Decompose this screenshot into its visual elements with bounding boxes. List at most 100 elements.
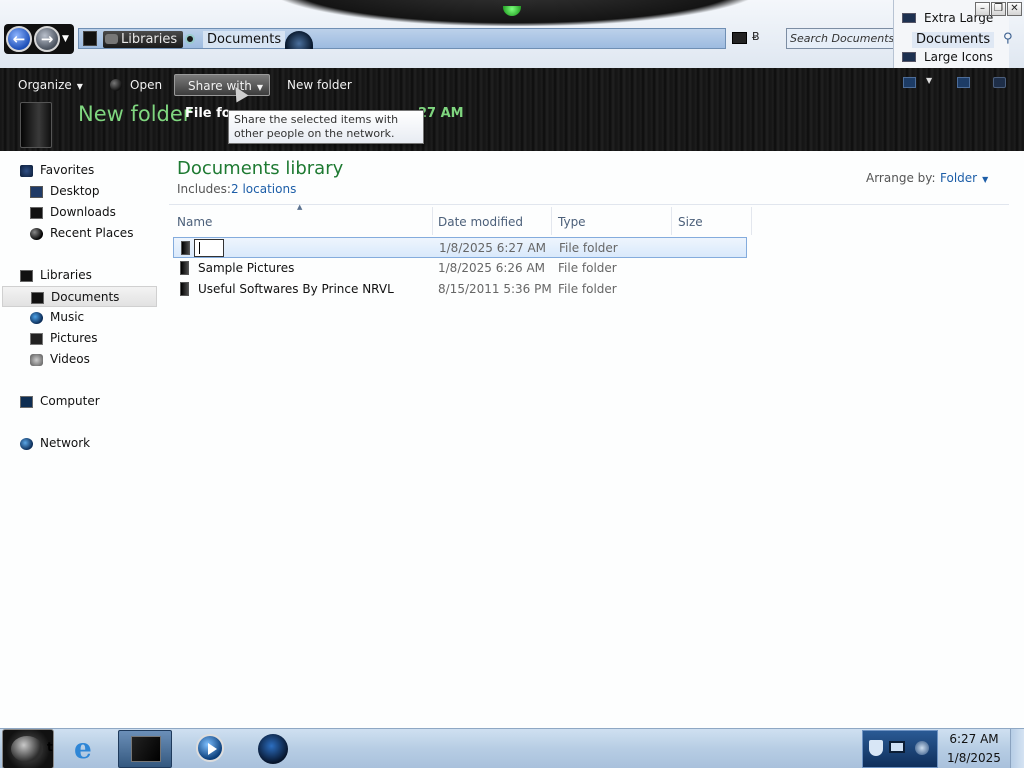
- share-with-tooltip: Share the selected items with other peop…: [228, 110, 424, 144]
- search-box[interactable]: Search Documents: [786, 28, 908, 49]
- minimize-button[interactable]: –: [975, 2, 990, 16]
- rename-input[interactable]: [194, 239, 224, 257]
- music-icon: [30, 312, 43, 324]
- taskbar-windows-explorer[interactable]: [118, 730, 172, 768]
- nav-pictures-label: Pictures: [50, 331, 98, 345]
- help-icon[interactable]: [993, 77, 1006, 88]
- open-icon: [110, 79, 122, 91]
- breadcrumb-documents[interactable]: Documents: [203, 31, 286, 48]
- change-view-icon[interactable]: [903, 77, 916, 88]
- file-list-pane: Documents library Includes: 2 locations …: [163, 151, 1024, 728]
- text-caret: [199, 242, 200, 254]
- back-arrow-icon: ←: [12, 30, 26, 48]
- chevron-down-icon: ▼: [256, 83, 264, 92]
- search-placeholder: Search Documents: [790, 32, 895, 45]
- column-header-size[interactable]: Size: [678, 211, 703, 233]
- library-folder-icon: [83, 31, 97, 46]
- folder-icon: [181, 241, 190, 255]
- file-type: File folder: [559, 241, 618, 255]
- share-with-button[interactable]: Share with ▼: [174, 74, 270, 96]
- column-header-type[interactable]: Type: [558, 211, 586, 233]
- network-tray-icon[interactable]: [915, 741, 929, 755]
- breadcrumb-libraries-label: Libraries: [121, 32, 178, 47]
- desktop-icon: [30, 186, 43, 198]
- maximize-button[interactable]: ❐: [991, 2, 1006, 16]
- shield-icon[interactable]: [869, 740, 883, 756]
- computer-icon: [20, 396, 33, 408]
- column-divider[interactable]: [551, 207, 552, 235]
- forward-button[interactable]: →: [34, 26, 60, 52]
- breadcrumb-separator-icon[interactable]: [185, 34, 195, 44]
- search-icon[interactable]: ⚲: [1003, 31, 1013, 46]
- nav-libraries-label: Libraries: [40, 268, 92, 282]
- close-button[interactable]: ✕: [1007, 2, 1022, 16]
- back-button[interactable]: ←: [6, 26, 32, 52]
- nav-desktop-label: Desktop: [50, 184, 100, 198]
- start-button[interactable]: t: [2, 729, 54, 768]
- network-icon: [20, 438, 33, 450]
- nav-documents-label: Documents: [51, 290, 120, 304]
- recent-places-icon: [30, 228, 43, 240]
- title-bar: ← → ▼ Libraries Documents Ƀ Search Docum…: [0, 0, 1024, 68]
- file-row[interactable]: Useful Softwares By Prince NRVL 8/15/201…: [173, 279, 747, 300]
- new-folder-button[interactable]: New folder: [287, 74, 352, 96]
- start-orb-icon: [11, 736, 43, 762]
- library-includes-label: Includes:: [177, 182, 231, 196]
- column-divider[interactable]: [432, 207, 433, 235]
- mail-icon[interactable]: [732, 32, 747, 44]
- breadcrumb-libraries[interactable]: Libraries: [103, 31, 184, 48]
- display-icon[interactable]: [889, 741, 905, 753]
- extra-large-icons-icon: [902, 13, 916, 23]
- column-header-name[interactable]: Name: [177, 211, 212, 233]
- nav-downloads-label: Downloads: [50, 205, 116, 219]
- show-desktop-button[interactable]: [1010, 729, 1024, 768]
- file-type: File folder: [558, 282, 617, 296]
- arrange-by-dropdown[interactable]: Folder ▼: [940, 171, 988, 185]
- file-name: Useful Softwares By Prince NRVL: [198, 282, 394, 296]
- file-row-selected[interactable]: 1/8/2025 6:27 AM File folder: [173, 237, 747, 258]
- refresh-icon[interactable]: Ƀ: [752, 30, 760, 43]
- divider: [169, 204, 1009, 205]
- folder-icon: [180, 261, 189, 275]
- start-label-fragment: t: [47, 740, 53, 754]
- chevron-down-icon[interactable]: ▼: [926, 76, 932, 85]
- camera-icon: [105, 34, 118, 44]
- navigation-pane: Favorites Desktop Downloads Recent Place…: [0, 151, 163, 728]
- column-divider[interactable]: [671, 207, 672, 235]
- details-type-label: File fo: [185, 106, 231, 121]
- library-title: Documents library: [177, 158, 344, 179]
- open-button[interactable]: Open: [110, 74, 162, 96]
- pictures-icon: [30, 333, 43, 345]
- selected-folder-icon: [20, 102, 52, 148]
- organize-button[interactable]: Organize ▼: [18, 74, 83, 96]
- taskbar-media-player[interactable]: [184, 730, 238, 768]
- file-type: File folder: [558, 261, 617, 275]
- favorites-icon: [20, 165, 33, 177]
- file-date: 1/8/2025 6:26 AM: [438, 261, 546, 275]
- details-title: New folder: [78, 102, 192, 126]
- file-row[interactable]: Sample Pictures 1/8/2025 6:26 AM File fo…: [173, 258, 747, 279]
- nav-favorites-label: Favorites: [40, 163, 95, 177]
- view-option-large-icons[interactable]: Large Icons: [902, 49, 993, 65]
- preview-pane-icon[interactable]: [957, 77, 970, 88]
- chevron-down-icon: ▼: [76, 82, 83, 91]
- taskbar-globe-app[interactable]: [246, 730, 300, 768]
- file-date: 8/15/2011 5:36 PM: [438, 282, 552, 296]
- details-date-label: 27 AM: [418, 106, 464, 121]
- organize-label: Organize: [18, 78, 72, 92]
- globe-icon: [258, 734, 288, 764]
- arrange-by-label: Arrange by:: [866, 171, 936, 185]
- clock-time[interactable]: 6:27 AM: [948, 732, 1000, 746]
- clock-date[interactable]: 1/8/2025: [945, 751, 1003, 765]
- media-player-icon: [196, 734, 224, 762]
- recent-pages-dropdown[interactable]: ▼: [62, 34, 69, 44]
- column-divider[interactable]: [751, 207, 752, 235]
- address-bar[interactable]: Libraries Documents: [78, 28, 726, 49]
- nav-documents[interactable]: Documents: [2, 286, 157, 307]
- column-header-date-modified[interactable]: Date modified: [438, 211, 523, 233]
- chevron-down-icon: ▼: [982, 175, 989, 184]
- arrange-by-value: Folder: [940, 171, 978, 185]
- taskbar-internet-explorer[interactable]: e: [62, 730, 116, 768]
- library-locations-link[interactable]: 2 locations: [231, 182, 296, 196]
- nav-computer-label: Computer: [40, 394, 100, 408]
